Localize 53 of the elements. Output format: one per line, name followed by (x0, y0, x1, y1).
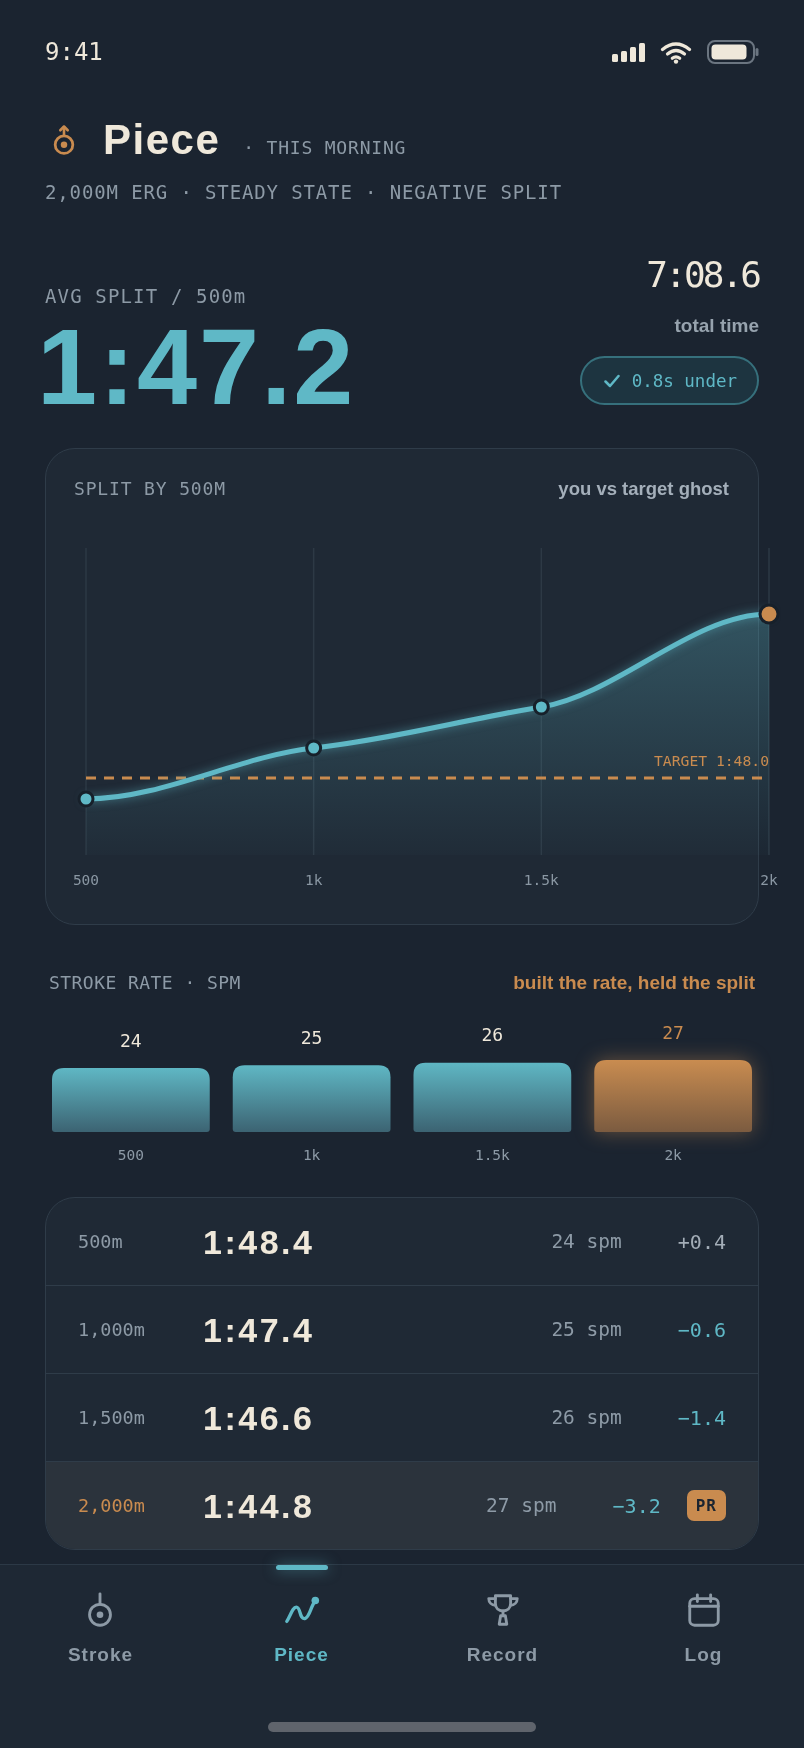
target-label: TARGET 1:48.0 (654, 751, 769, 769)
total-time-value: 7:08.6 (646, 255, 759, 295)
page-title: Piece (103, 120, 221, 160)
bar-axis-label: 1k (302, 1147, 321, 1163)
signal-icon (612, 42, 645, 62)
avg-split-label: AVG SPLIT / 500m (45, 285, 247, 307)
bar-value-label: 25 (300, 1026, 323, 1048)
active-tab-indicator (275, 1565, 328, 1570)
pr-badge: PR (686, 1490, 726, 1521)
bar-axis-label: 1.5k (474, 1147, 510, 1163)
axis-label: 2k (760, 872, 778, 888)
delta-cell: +0.4 (677, 1229, 726, 1254)
split-cell: 1:47.4 (203, 1309, 315, 1350)
bar-axis-label: 500 (117, 1147, 144, 1163)
distance-cell-text: 500m (78, 1229, 124, 1254)
rate-cell: 27 spm (486, 1493, 557, 1518)
split-cell: 1:44.8 (203, 1485, 315, 1526)
axis-label: 1.5k (523, 872, 559, 888)
split-cell: 1:46.6 (203, 1397, 315, 1438)
axis-label: 500 (72, 872, 100, 888)
section-title: STROKE RATE · SPM (49, 972, 241, 994)
delta-cell: −0.6 (677, 1317, 726, 1342)
target-badge-text: 0.8s under (631, 369, 737, 392)
delta-cell: −3.2 (612, 1493, 661, 1518)
wifi-icon (660, 40, 692, 64)
session-time: · THIS MORNING (243, 137, 407, 159)
axis-label: 1k (304, 872, 323, 888)
total-time-label: total time (674, 315, 759, 337)
rate-cell: 26 spm (551, 1405, 622, 1430)
bar-value-label: 26 (481, 1024, 504, 1046)
distance-cell-text: 2,000m (78, 1493, 146, 1518)
battery-icon (707, 40, 759, 64)
rate-cell: 24 spm (551, 1229, 622, 1254)
session-subtitle: 2,000M ERG · STEADY STATE · NEGATIVE SPLIT (45, 180, 562, 204)
distance-cell-text: 1,500m (78, 1405, 146, 1430)
distance-cell-text: 1,000m (78, 1317, 146, 1342)
split-cell: 1:48.4 (203, 1221, 315, 1262)
tab-button[interactable]: Piece (274, 1565, 329, 1676)
bar-axis-label: 2k (664, 1147, 682, 1163)
ring-arrow-icon (51, 124, 77, 156)
delta-cell: −1.4 (677, 1405, 726, 1430)
tab-button[interactable]: Stroke (67, 1565, 134, 1676)
rate-cell: 25 spm (551, 1317, 622, 1342)
tab-button[interactable]: Record (466, 1565, 539, 1676)
check-icon (603, 373, 620, 388)
status-time: 9:41 (45, 38, 103, 66)
chart-title: SPLIT BY 500M (74, 478, 226, 500)
section-note: built the rate, held the split (513, 972, 755, 994)
bar-value-label: 27 (662, 1021, 684, 1043)
avg-split-value: 1:47.2 (37, 313, 356, 421)
bar-value-label: 24 (120, 1029, 142, 1051)
chart-note: you vs target ghost (558, 478, 729, 500)
tab-button[interactable]: Log (684, 1565, 723, 1676)
